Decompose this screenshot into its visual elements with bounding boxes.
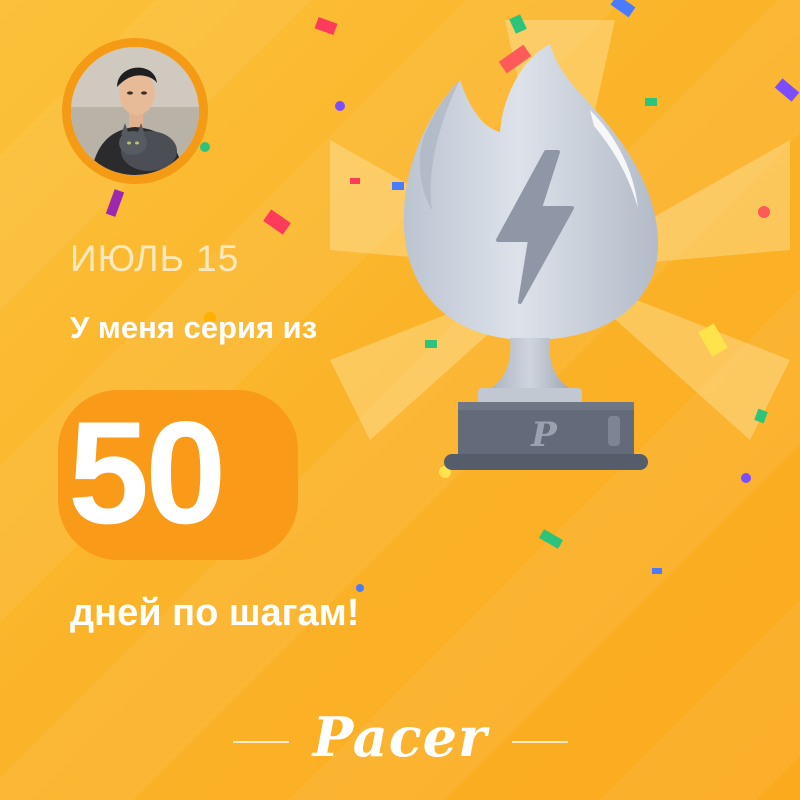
trophy-icon: P bbox=[403, 44, 659, 470]
streak-share-card: ИЮЛЬ 15 У меня серия из 50 дней по шагам… bbox=[0, 0, 800, 800]
streak-date: ИЮЛЬ 15 bbox=[70, 238, 240, 279]
user-avatar bbox=[62, 38, 208, 184]
streak-intro-text: У меня серия из bbox=[70, 310, 318, 345]
brand-logo: Pacer bbox=[312, 705, 488, 769]
trophy-badge-letter: P bbox=[530, 415, 558, 455]
brand-divider-left bbox=[233, 741, 289, 743]
streak-days-count: 50 bbox=[68, 391, 226, 554]
brand-divider-right bbox=[512, 741, 568, 743]
avatar-photo bbox=[71, 47, 199, 175]
streak-outro-text: дней по шагам! bbox=[70, 592, 360, 634]
